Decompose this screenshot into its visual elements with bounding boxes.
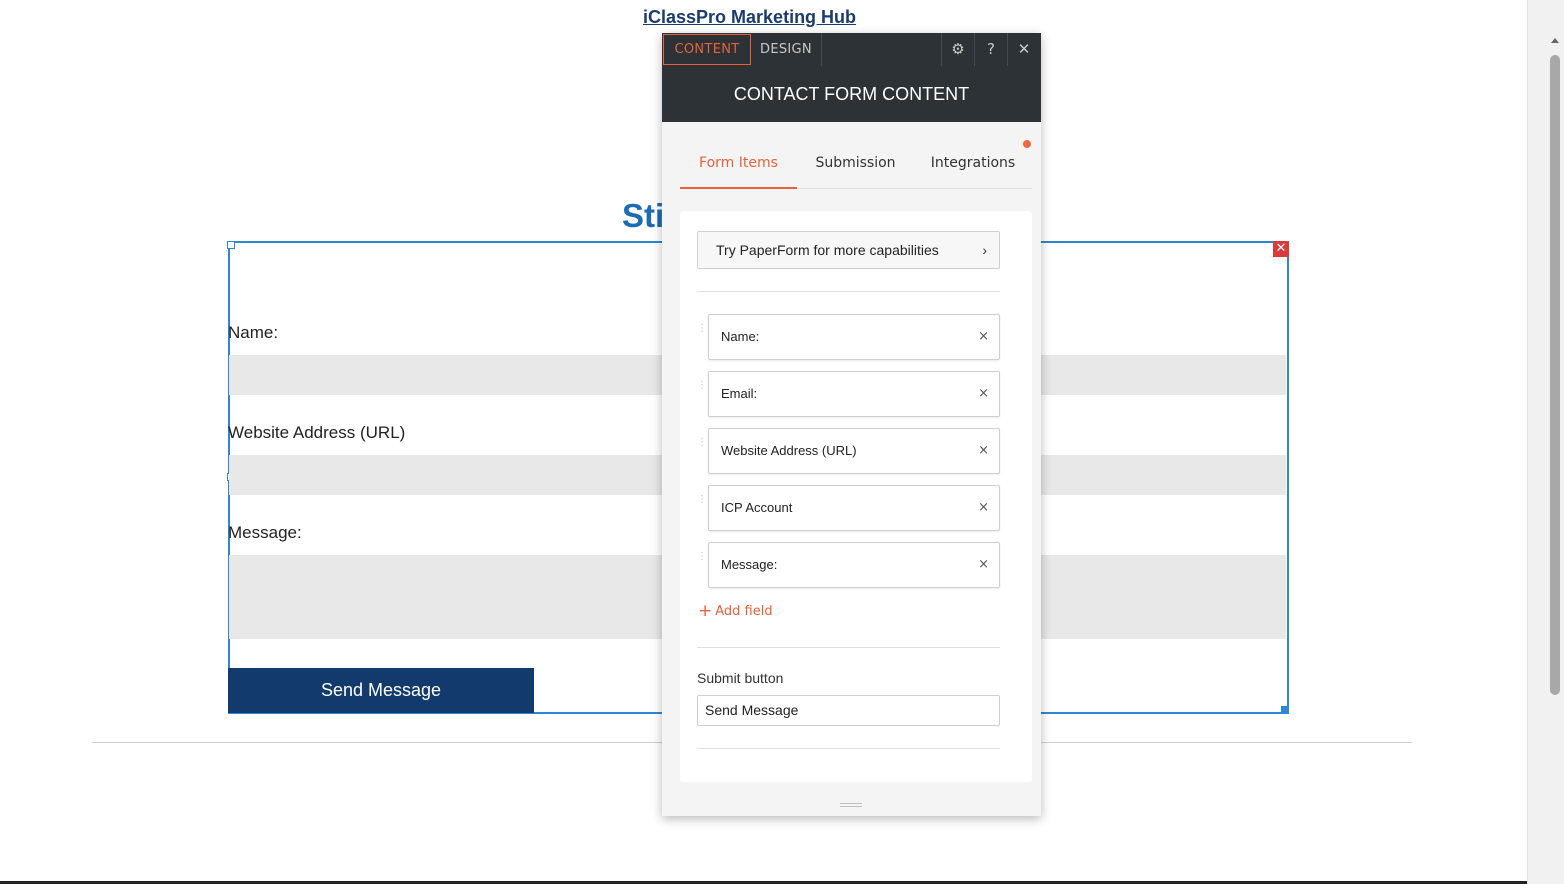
drag-handle-icon[interactable]: ⋮ — [697, 552, 707, 574]
tab-content[interactable]: CONTENT — [663, 34, 751, 65]
panel-toolbar: CONTENT DESIGN ⚙ ? ✕ — [662, 33, 1041, 66]
try-paperform-label: Try PaperForm for more capabilities — [716, 242, 939, 258]
form-item-website[interactable]: Website Address (URL) × — [708, 428, 1000, 474]
form-item-label: Name: — [721, 329, 760, 344]
page-heading: Sti — [622, 197, 665, 234]
drag-handle-icon[interactable]: ⋮ — [697, 381, 707, 403]
panel-resize-grip-icon[interactable] — [840, 803, 862, 807]
form-items-card: Try PaperForm for more capabilities › ⋮ … — [680, 211, 1032, 782]
form-item-message[interactable]: Message: × — [708, 542, 1000, 588]
remove-widget-icon[interactable]: ✕ — [1273, 241, 1289, 257]
drag-handle-icon[interactable]: ⋮ — [697, 324, 707, 346]
remove-field-icon[interactable]: × — [978, 315, 989, 359]
page: iClassPro Marketing Hub Sti ✕ Name: Webs… — [0, 0, 1564, 884]
form-item-label: Website Address (URL) — [721, 443, 857, 458]
divider — [697, 291, 1000, 292]
subtab-integrations[interactable]: Integrations — [914, 148, 1032, 189]
submit-button-text-input[interactable]: Send Message — [697, 695, 1000, 726]
subtab-bar: Form Items Submission Integrations — [680, 148, 1032, 189]
add-field-label: Add field — [715, 604, 773, 619]
scrollbar-thumb[interactable] — [1550, 55, 1560, 695]
form-label-message: Message: — [228, 523, 302, 542]
form-item-email[interactable]: Email: × — [708, 371, 1000, 417]
form-item-label: Email: — [721, 386, 758, 401]
tab-design[interactable]: DESIGN — [751, 33, 822, 66]
submit-button-label: Submit button — [697, 670, 784, 686]
form-item-label: Message: — [721, 557, 778, 572]
resize-handle-bottom-right[interactable] — [1281, 706, 1289, 714]
remove-field-icon[interactable]: × — [978, 543, 989, 587]
help-icon[interactable]: ? — [974, 33, 1007, 66]
notification-dot — [1023, 140, 1031, 148]
remove-field-icon[interactable]: × — [978, 486, 989, 530]
try-paperform-button[interactable]: Try PaperForm for more capabilities › — [697, 231, 1000, 269]
drag-handle-icon[interactable]: ⋮ — [697, 495, 707, 517]
subtab-submission[interactable]: Submission — [797, 148, 914, 189]
form-label-name: Name: — [228, 323, 279, 342]
subtab-form-items[interactable]: Form Items — [680, 148, 797, 189]
contact-form-editor-panel: CONTENT DESIGN ⚙ ? ✕ CONTACT FORM CONTEN… — [662, 33, 1041, 816]
plus-icon: + — [698, 601, 713, 621]
form-item-icp-account[interactable]: ICP Account × — [708, 485, 1000, 531]
drag-handle-icon[interactable]: ⋮ — [697, 438, 707, 460]
remove-field-icon[interactable]: × — [978, 372, 989, 416]
add-field-button[interactable]: + Add field — [698, 601, 773, 621]
send-message-button[interactable]: Send Message — [228, 668, 534, 713]
panel-title: CONTACT FORM CONTENT — [662, 66, 1041, 122]
chevron-right-icon: › — [982, 242, 987, 258]
form-label-website: Website Address (URL) — [228, 423, 406, 442]
marketing-hub-link[interactable]: iClassPro Marketing Hub — [643, 7, 856, 28]
resize-handle-top-left[interactable] — [227, 241, 235, 249]
divider — [697, 647, 1000, 648]
scroll-up-arrow-icon[interactable] — [1551, 38, 1559, 43]
form-item-label: ICP Account — [721, 500, 793, 515]
divider — [697, 748, 1000, 749]
settings-gear-icon[interactable]: ⚙ — [941, 33, 974, 66]
form-item-name[interactable]: Name: × — [708, 314, 1000, 360]
remove-field-icon[interactable]: × — [978, 429, 989, 473]
close-icon[interactable]: ✕ — [1007, 33, 1040, 66]
